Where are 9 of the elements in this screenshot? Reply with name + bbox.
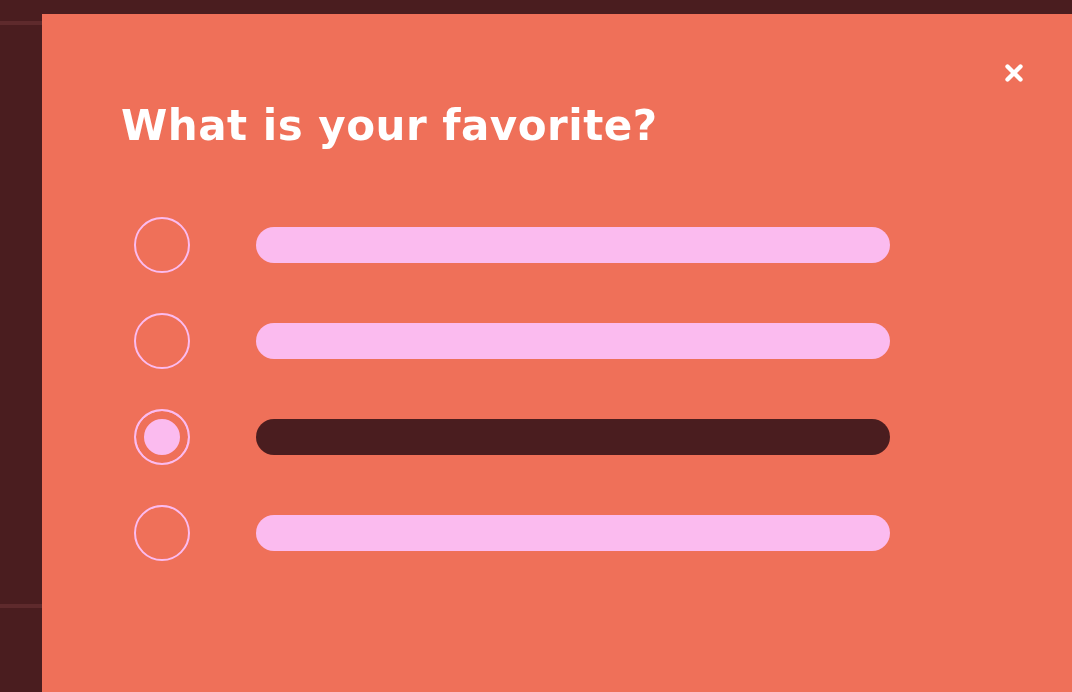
option-bar[interactable] bbox=[256, 323, 890, 359]
radio-button[interactable] bbox=[134, 505, 190, 561]
radio-button[interactable] bbox=[134, 217, 190, 273]
radio-button[interactable] bbox=[134, 409, 190, 465]
question-title: What is your favorite? bbox=[121, 102, 659, 150]
radio-button[interactable] bbox=[134, 313, 190, 369]
option-bar[interactable] bbox=[256, 515, 890, 551]
option-bar[interactable] bbox=[256, 227, 890, 263]
option-bar[interactable] bbox=[256, 419, 890, 455]
